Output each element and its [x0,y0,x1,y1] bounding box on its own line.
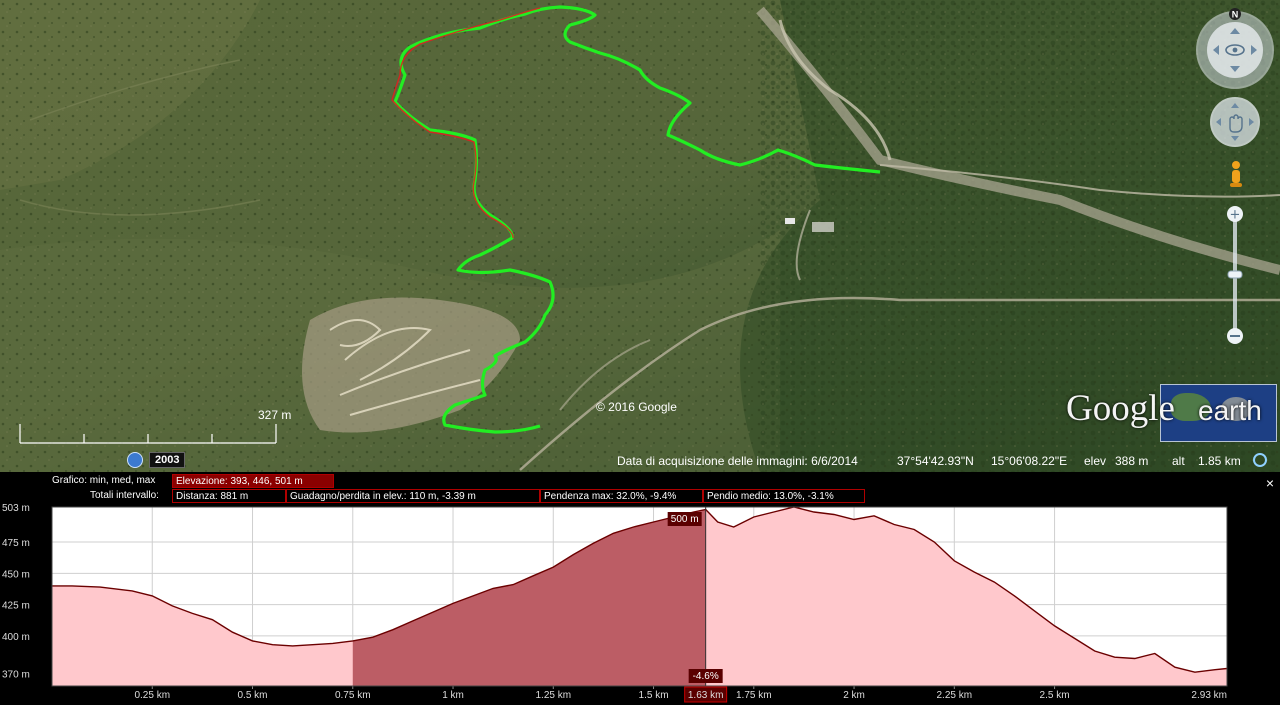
elev-readout: 388 m [1115,454,1148,468]
elevation-chart[interactable]: 503 m 475 m 450 m 425 m 400 m 370 m 0.25 km 0.… [0,472,1280,705]
y-tick-label: 475 m [2,538,30,549]
cursor-slope-label: -4.6% [693,671,719,682]
imagery-date: Data di acquisizione delle immagini: 6/6… [617,454,858,468]
x-tick-label: 1 km [442,690,464,701]
earth-map-view[interactable]: 327 m © 2016 Google Data di acquisizione… [0,0,1280,472]
y-tick-label: 400 m [2,632,30,643]
elev-label: elev [1084,454,1106,468]
google-wordmark: Google [1066,388,1175,429]
alt-readout: 1.85 km [1198,454,1241,468]
y-tick-label: 503 m [2,503,30,514]
zoom-out-icon [1230,335,1240,337]
move-joystick[interactable] [1210,97,1260,147]
scale-bar-label: 327 m [258,408,291,422]
y-tick-label: 370 m [2,669,30,680]
x-tick-label: 2.25 km [937,690,973,701]
longitude-readout: 15°06'08.22"E [991,454,1067,468]
zoom-in-icon: + [1230,208,1241,223]
svg-text:N: N [1232,10,1239,20]
compass-n[interactable]: N [1229,8,1241,20]
x-tick-label: 2.93 km [1191,690,1227,701]
x-tick-label: 0.75 km [335,690,371,701]
latitude-readout: 37°54'42.93"N [897,454,974,468]
historical-imagery-widget[interactable]: 2003 [127,451,186,469]
x-tick-label: 0.5 km [238,690,268,701]
zoom-slider-handle [1227,270,1243,279]
x-tick-label: 2 km [843,690,865,701]
cursor-slope-badge: -4.6% [688,669,723,683]
y-tick-label: 450 m [2,569,30,580]
x-tick-label: 1.25 km [535,690,571,701]
look-joystick[interactable] [1196,11,1274,89]
alt-label: alt [1172,454,1185,468]
cursor-elev-badge: 500 m [667,512,702,526]
history-year: 2003 [149,452,186,468]
navigation-controls: N + [1195,8,1275,348]
x-tick-label: 0.25 km [134,690,170,701]
cursor-elev-label: 500 m [671,514,699,525]
y-tick-label: 425 m [2,601,30,612]
cursor-dist-label: 1.63 km [688,690,724,701]
x-tick-label: 1.5 km [639,690,669,701]
copyright-text: © 2016 Google [596,400,677,414]
elevation-profile-panel: × Grafico: min, med, max Elevazione: 393… [0,472,1280,705]
earth-wordmark: earth [1198,395,1262,426]
x-tick-label: 1.75 km [736,690,772,701]
zoom-slider[interactable]: + [1227,206,1243,344]
street-view-pegman-icon[interactable] [1230,161,1242,187]
x-tick-label: 2.5 km [1040,690,1070,701]
google-earth-logo: Google earth [1066,383,1278,443]
clock-icon[interactable] [127,452,143,468]
